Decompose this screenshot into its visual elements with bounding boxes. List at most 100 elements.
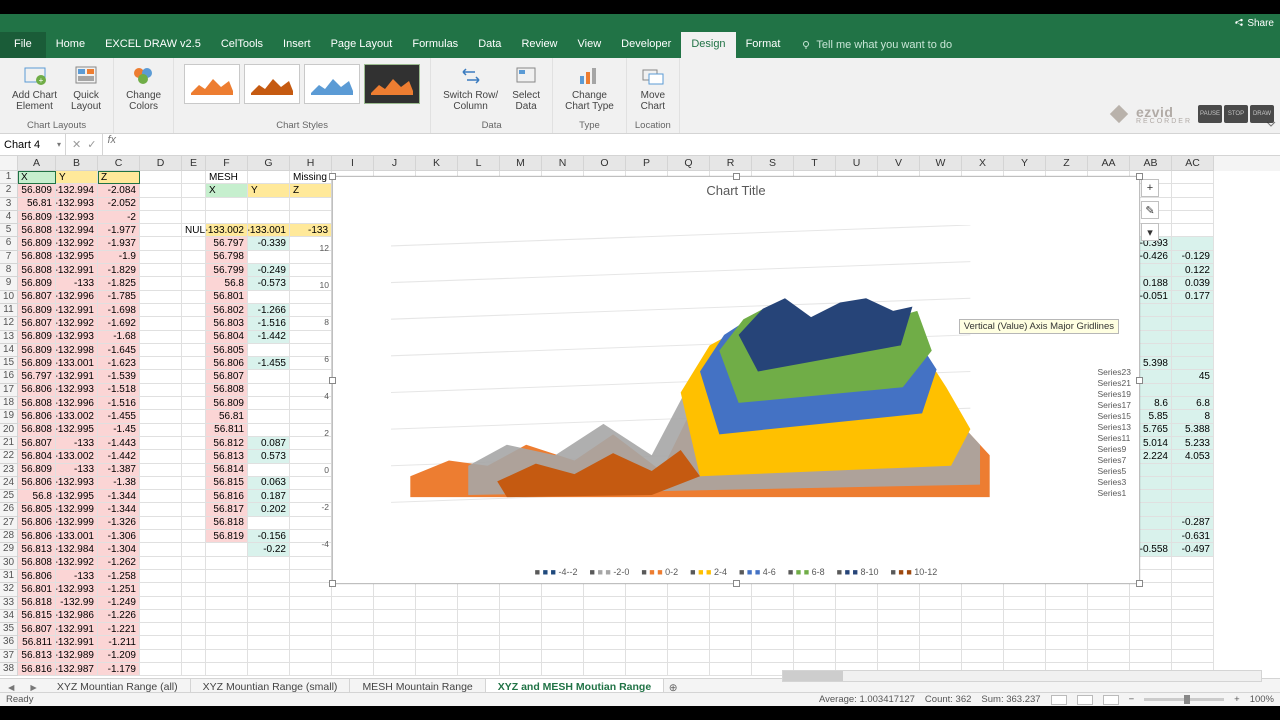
cell[interactable] <box>626 610 668 623</box>
cell[interactable] <box>332 610 374 623</box>
row-header[interactable]: 19 <box>0 410 18 423</box>
cell[interactable] <box>1172 503 1214 516</box>
cell[interactable] <box>626 623 668 636</box>
cell[interactable]: -0.497 <box>1172 543 1214 556</box>
cell[interactable]: 56.813 <box>18 543 56 556</box>
cell[interactable] <box>1172 477 1214 490</box>
cell[interactable] <box>332 623 374 636</box>
cell[interactable] <box>416 583 458 596</box>
cell[interactable]: -0.22 <box>248 543 290 556</box>
cell[interactable]: 5.233 <box>1172 437 1214 450</box>
col-header-O[interactable]: O <box>584 156 626 171</box>
cell[interactable] <box>290 198 332 211</box>
cell[interactable] <box>1046 636 1088 649</box>
cell[interactable]: -1.516 <box>98 397 140 410</box>
col-header-AC[interactable]: AC <box>1172 156 1214 171</box>
col-header-X[interactable]: X <box>962 156 1004 171</box>
cell[interactable]: -1.262 <box>98 557 140 570</box>
col-header-I[interactable]: I <box>332 156 374 171</box>
cell[interactable]: -1.387 <box>98 464 140 477</box>
cell[interactable] <box>140 477 182 490</box>
cell[interactable]: 56.807 <box>18 291 56 304</box>
cell[interactable] <box>542 610 584 623</box>
cell[interactable] <box>206 557 248 570</box>
zoom-slider[interactable] <box>1144 698 1224 701</box>
cell[interactable] <box>416 636 458 649</box>
cell[interactable] <box>710 623 752 636</box>
cell[interactable]: 56.81 <box>206 410 248 423</box>
cell[interactable]: -1.344 <box>98 490 140 503</box>
cell[interactable]: -132.99 <box>56 597 98 610</box>
cell[interactable] <box>332 663 374 676</box>
tab-celtools[interactable]: CelTools <box>211 32 273 58</box>
cell[interactable]: 56.815 <box>18 610 56 623</box>
cell[interactable]: 56.797 <box>18 370 56 383</box>
cell[interactable]: 56.806 <box>18 410 56 423</box>
row-header[interactable]: 18 <box>0 397 18 410</box>
cell[interactable] <box>248 397 290 410</box>
cell[interactable] <box>1172 557 1214 570</box>
cell[interactable] <box>140 530 182 543</box>
cell[interactable]: Missing Data Points <box>290 171 332 184</box>
cell[interactable] <box>1172 623 1214 636</box>
cell[interactable]: -133 <box>56 437 98 450</box>
col-header-U[interactable]: U <box>836 156 878 171</box>
cell[interactable] <box>248 597 290 610</box>
cell[interactable]: -1.455 <box>248 357 290 370</box>
accept-formula-icon[interactable]: ✓ <box>87 138 96 151</box>
cell[interactable] <box>140 277 182 290</box>
cell[interactable] <box>458 650 500 663</box>
cell[interactable] <box>416 597 458 610</box>
cell[interactable]: 56.808 <box>18 264 56 277</box>
cell[interactable] <box>1130 610 1172 623</box>
formula-input[interactable] <box>119 134 1280 155</box>
cell[interactable] <box>182 264 206 277</box>
cell[interactable]: -132.989 <box>56 650 98 663</box>
col-header-Q[interactable]: Q <box>668 156 710 171</box>
tell-me-search[interactable]: Tell me what you want to do <box>790 32 962 58</box>
cell[interactable] <box>140 171 182 184</box>
cell[interactable] <box>1172 597 1214 610</box>
cell[interactable] <box>752 583 794 596</box>
col-header-M[interactable]: M <box>500 156 542 171</box>
cell[interactable] <box>626 583 668 596</box>
cell[interactable]: -133 <box>56 277 98 290</box>
cell[interactable] <box>248 410 290 423</box>
cell[interactable] <box>1172 636 1214 649</box>
cell[interactable]: -0.249 <box>248 264 290 277</box>
cell[interactable] <box>416 663 458 676</box>
cell[interactable] <box>1172 171 1214 184</box>
cell[interactable] <box>140 610 182 623</box>
cell[interactable]: -1.518 <box>98 384 140 397</box>
row-header[interactable]: 16 <box>0 370 18 383</box>
cell[interactable]: -1.539 <box>98 370 140 383</box>
cell[interactable] <box>248 344 290 357</box>
col-header-G[interactable]: G <box>248 156 290 171</box>
col-header-P[interactable]: P <box>626 156 668 171</box>
cell[interactable]: -1.443 <box>98 437 140 450</box>
cell[interactable] <box>182 570 206 583</box>
cell[interactable]: -0.631 <box>1172 530 1214 543</box>
cell[interactable]: -132.996 <box>56 291 98 304</box>
cell[interactable]: -1.692 <box>98 317 140 330</box>
cell[interactable] <box>1172 237 1214 250</box>
cell[interactable]: -132.999 <box>56 503 98 516</box>
cell[interactable] <box>140 557 182 570</box>
cell[interactable] <box>332 650 374 663</box>
cell[interactable] <box>668 650 710 663</box>
cell[interactable]: -0.156 <box>248 530 290 543</box>
cell[interactable] <box>248 583 290 596</box>
cell[interactable]: 56.814 <box>206 464 248 477</box>
cell[interactable]: 56.806 <box>206 357 248 370</box>
cell[interactable] <box>584 583 626 596</box>
cell[interactable] <box>584 610 626 623</box>
cell[interactable]: -132.987 <box>56 663 98 676</box>
tab-view[interactable]: View <box>568 32 612 58</box>
cell[interactable]: 56.811 <box>18 636 56 649</box>
cell[interactable]: -132.991 <box>56 623 98 636</box>
cell[interactable] <box>710 663 752 676</box>
cell[interactable]: MESH <box>206 171 248 184</box>
cell[interactable]: -132.991 <box>56 370 98 383</box>
cell[interactable]: 0.063 <box>248 477 290 490</box>
cell[interactable]: -132.991 <box>56 636 98 649</box>
